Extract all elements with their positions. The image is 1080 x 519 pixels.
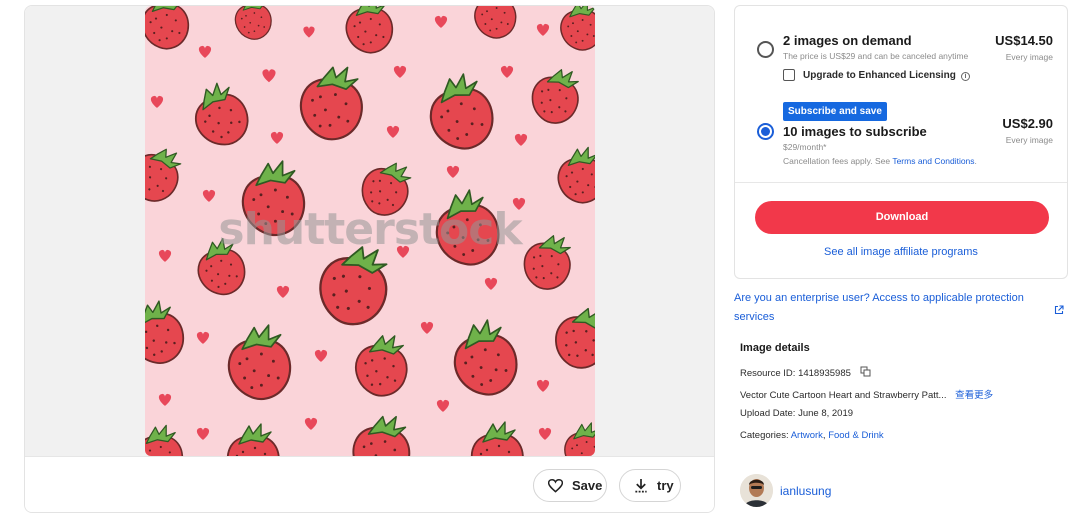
- try-label: try: [657, 478, 674, 493]
- affiliate-programs-link[interactable]: See all image affiliate programs: [735, 246, 1067, 258]
- cancellation-note-end: .: [974, 156, 977, 166]
- category-artwork-link[interactable]: Artwork: [791, 430, 823, 441]
- terms-link[interactable]: Terms and Conditions: [892, 156, 974, 166]
- pricing-divider: [735, 182, 1067, 183]
- info-icon[interactable]: i: [961, 72, 970, 81]
- save-label: Save: [572, 478, 603, 493]
- image-details-title: Image details: [740, 342, 810, 354]
- subscribe-price-unit: Every image: [1005, 135, 1053, 145]
- save-button[interactable]: Save: [533, 469, 607, 502]
- pricing-card: 2 images on demand The price is US$29 an…: [734, 5, 1068, 279]
- subscribe-radio[interactable]: [757, 123, 774, 140]
- subscribe-badge: Subscribe and save: [783, 102, 887, 121]
- image-description: Vector Cute Cartoon Heart and Strawberry…: [740, 387, 993, 401]
- enhanced-licensing-label: Upgrade to Enhanced Licensing: [803, 70, 956, 81]
- on-demand-radio[interactable]: [757, 41, 774, 58]
- preview-actions-bar: Save try: [25, 456, 714, 512]
- enterprise-link[interactable]: Are you an enterprise user? Access to ap…: [734, 289, 1034, 327]
- see-more-link[interactable]: 查看更多: [955, 390, 993, 401]
- author-name[interactable]: ianlusung: [780, 484, 831, 498]
- image-preview-card: shutterstock Save try: [24, 5, 715, 513]
- download-icon: [634, 478, 648, 493]
- pattern-artwork: [145, 6, 595, 456]
- cancellation-note: Cancellation fees apply. See Terms and C…: [783, 156, 977, 166]
- resource-id-text: Resource ID: 1418935985: [740, 368, 851, 379]
- try-button[interactable]: try: [619, 469, 681, 502]
- copy-icon[interactable]: [860, 366, 871, 380]
- cancellation-note-text: Cancellation fees apply. See: [783, 156, 893, 166]
- subscribe-title: 10 images to subscribe: [783, 124, 927, 139]
- avatar[interactable]: [740, 474, 773, 507]
- categories-label: Categories:: [740, 430, 791, 441]
- strawberry-pattern-image[interactable]: shutterstock: [145, 6, 595, 456]
- heart-icon: [548, 478, 563, 493]
- external-link-icon[interactable]: [1054, 302, 1064, 320]
- author-row[interactable]: ianlusung: [740, 474, 831, 507]
- enhanced-licensing-checkbox[interactable]: [783, 69, 795, 81]
- category-food-drink-link[interactable]: Food & Drink: [828, 430, 883, 441]
- subscribe-monthly: $29/month*: [783, 142, 827, 152]
- categories: Categories: Artwork, Food & Drink: [740, 430, 884, 441]
- on-demand-price: US$14.50: [995, 33, 1053, 48]
- on-demand-subtitle: The price is US$29 and can be canceled a…: [783, 51, 969, 61]
- subscribe-price: US$2.90: [1002, 116, 1053, 131]
- upload-date: Upload Date: June 8, 2019: [740, 408, 854, 419]
- on-demand-title: 2 images on demand: [783, 33, 912, 48]
- resource-id: Resource ID: 1418935985: [740, 366, 871, 380]
- description-text: Vector Cute Cartoon Heart and Strawberry…: [740, 390, 947, 401]
- download-button[interactable]: Download: [755, 201, 1049, 234]
- on-demand-price-unit: Every image: [1005, 52, 1053, 62]
